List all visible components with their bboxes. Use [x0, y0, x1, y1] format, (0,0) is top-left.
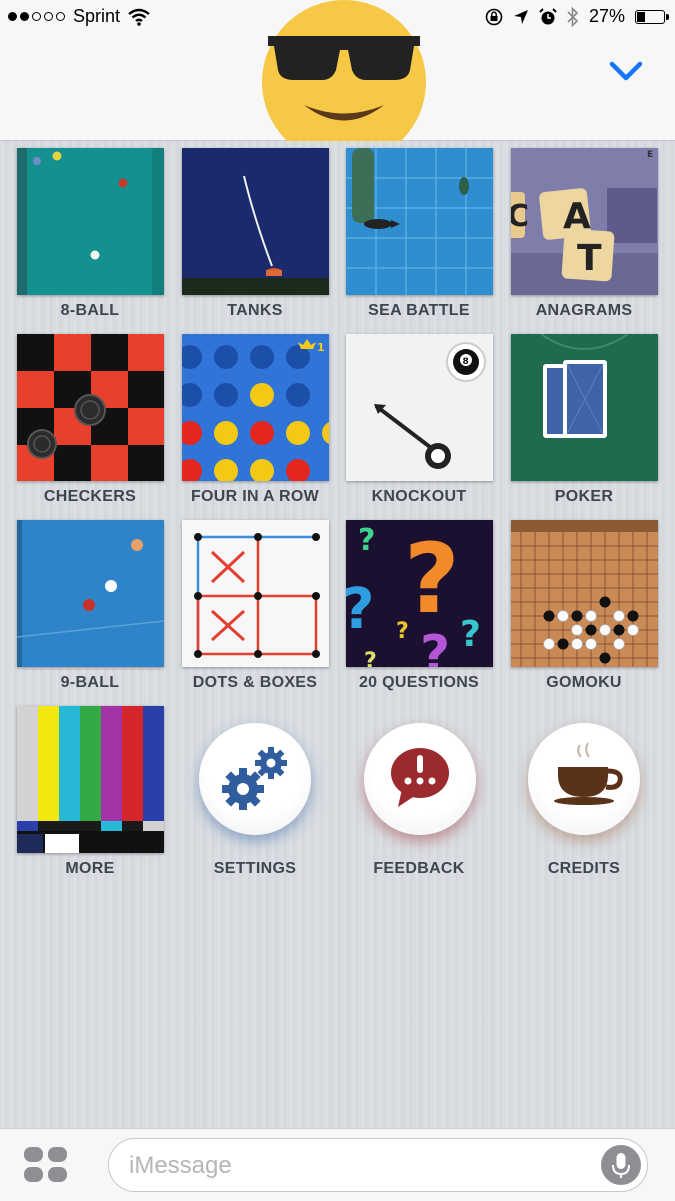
battery-icon	[635, 9, 669, 24]
tanks-icon	[182, 148, 329, 295]
poker-cards-icon	[511, 334, 658, 481]
message-input[interactable]	[127, 1150, 591, 1182]
game-label: 9-BALL	[60, 674, 120, 691]
games-grid: 8-BALL TANKS SEA BATTLE A T C E ANAGRAMS…	[0, 141, 675, 1128]
game-tile-dots-and-boxes[interactable]	[182, 520, 329, 667]
four-in-a-row-icon: 1	[182, 334, 329, 481]
game-tile-tanks[interactable]	[182, 148, 329, 295]
game-label: POKER	[554, 488, 614, 505]
game-label: KNOCKOUT	[371, 488, 467, 505]
settings-button[interactable]	[199, 723, 311, 835]
signal-strength-icon	[8, 12, 65, 21]
game-label: ANAGRAMS	[535, 302, 633, 319]
feedback-button[interactable]	[364, 723, 476, 835]
coffee-cup-icon	[554, 742, 623, 805]
game-label: DOTS & BOXES	[192, 674, 318, 691]
anagram-letter: A	[563, 196, 591, 237]
game-label: GOMOKU	[546, 674, 622, 691]
game-label: FOUR IN A ROW	[190, 488, 320, 505]
8-ball-pool-icon	[17, 148, 164, 295]
credits-button[interactable]	[528, 723, 640, 835]
game-tile-20-questions[interactable]: ? ? ? ? ? ? ?	[346, 520, 493, 667]
tv-color-bars-icon	[17, 706, 164, 853]
game-tile-checkers[interactable]	[17, 334, 164, 481]
battery-percent: 27%	[588, 6, 625, 26]
game-tile-anagrams[interactable]: A T C E	[511, 148, 658, 295]
credits-label: CREDITS	[547, 860, 621, 877]
message-field[interactable]	[108, 1138, 648, 1192]
question-marks-icon: ? ? ? ? ? ? ?	[346, 520, 493, 667]
crown-badge-count: 1	[317, 341, 325, 354]
gomoku-board-icon	[511, 520, 658, 667]
sea-battle-icon	[346, 148, 493, 295]
app-header	[0, 0, 675, 164]
checkers-board-icon	[17, 334, 164, 481]
game-tile-poker[interactable]	[511, 334, 658, 481]
svg-text:?: ?	[346, 577, 374, 642]
svg-text:?: ?	[420, 625, 450, 667]
game-tile-four-in-a-row[interactable]: 1	[182, 334, 329, 481]
game-label: 8-BALL	[60, 302, 120, 319]
carrier-name: Sprint	[73, 6, 121, 26]
microphone-icon	[612, 1153, 630, 1178]
location-icon	[513, 9, 528, 24]
wifi-icon	[128, 8, 150, 26]
anagrams-letter-tiles-icon: A T C E	[511, 148, 658, 295]
svg-text:?: ?	[460, 614, 481, 655]
game-tile-gomoku[interactable]	[511, 520, 658, 667]
feedback-label: FEEDBACK	[373, 860, 465, 877]
game-tile-9-ball[interactable]	[17, 520, 164, 667]
anagram-letter: E	[647, 150, 653, 160]
game-label: SEA BATTLE	[368, 302, 470, 319]
game-tile-knockout[interactable]: 8	[346, 334, 493, 481]
dots-and-boxes-icon	[182, 520, 329, 667]
game-tile-sea-battle[interactable]	[346, 148, 493, 295]
game-label: 20 QUESTIONS	[358, 674, 480, 691]
svg-text:?: ?	[404, 523, 460, 635]
9-ball-pool-icon	[17, 520, 164, 667]
chevron-down-icon[interactable]	[608, 56, 644, 86]
svg-text:?: ?	[364, 649, 377, 667]
rotation-lock-icon	[485, 8, 503, 25]
compose-bar	[0, 1128, 675, 1201]
settings-label: SETTINGS	[213, 860, 297, 877]
status-right: 27%	[485, 6, 669, 27]
bluetooth-icon	[567, 6, 579, 27]
microphone-button[interactable]	[601, 1145, 641, 1185]
knockout-icon: 8	[346, 334, 493, 481]
alarm-icon	[539, 7, 557, 24]
status-left: Sprint	[8, 6, 150, 27]
game-label: MORE	[65, 860, 115, 877]
svg-text:?: ?	[358, 523, 375, 558]
app-drawer-icon[interactable]	[24, 1147, 68, 1183]
game-label: CHECKERS	[43, 488, 137, 505]
anagram-letter: T	[577, 238, 602, 279]
ball-number: 8	[463, 357, 469, 367]
game-label: TANKS	[227, 302, 283, 319]
sunglasses-emoji-icon	[262, 0, 426, 164]
speech-bubble-exclamation-icon	[391, 748, 449, 807]
game-tile-more[interactable]	[17, 706, 164, 853]
gears-icon	[222, 747, 287, 810]
svg-text:?: ?	[396, 619, 409, 644]
game-tile-8-ball[interactable]	[17, 148, 164, 295]
anagram-letter: C	[511, 199, 529, 234]
